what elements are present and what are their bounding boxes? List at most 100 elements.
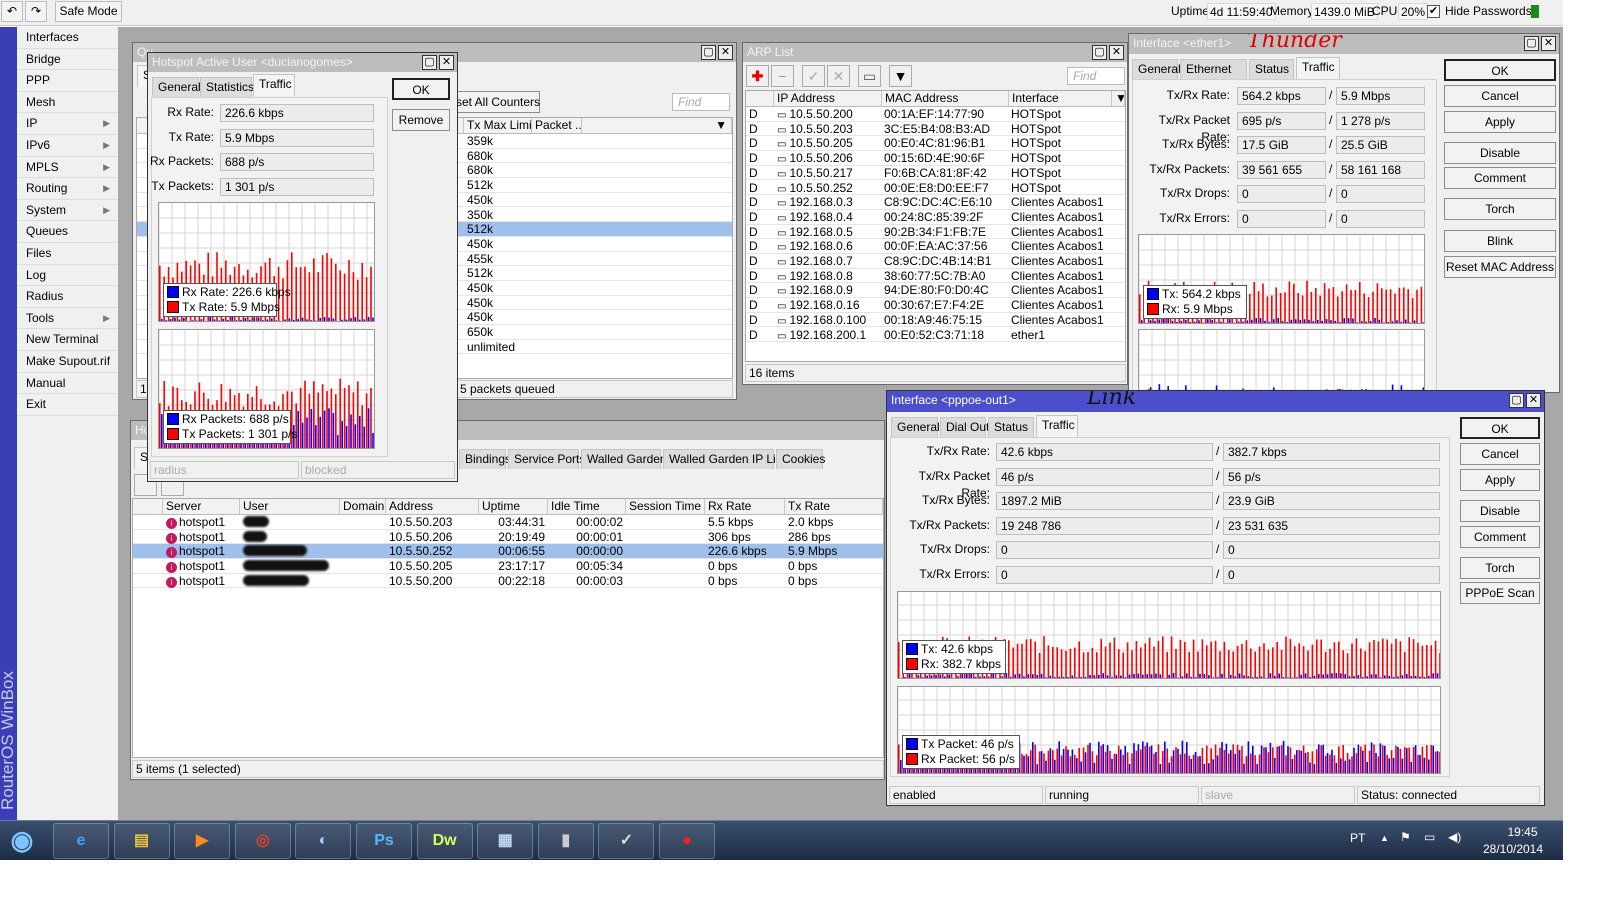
table-row[interactable]: D ▭ 192.168.0.100 00:18:A9:46:75:15 Clientes… bbox=[746, 313, 1125, 328]
table-row[interactable]: i hotspot1 10.5.50.203 03:44:31 00:00:02 5.5 … bbox=[133, 515, 883, 530]
column-header[interactable]: Uptime bbox=[479, 499, 548, 515]
tab-dial-out[interactable]: Dial Out bbox=[940, 417, 989, 437]
column-header[interactable]: Domain bbox=[340, 499, 386, 515]
sidebar-item-routing[interactable]: Routing ▶ bbox=[17, 178, 118, 200]
table-row[interactable]: D ▭ 10.5.50.203 3C:E5:B4:08:B3:AD HOTSpot bbox=[746, 122, 1125, 137]
close-icon[interactable]: ✕ bbox=[1526, 393, 1541, 408]
column-header[interactable]: MAC Address bbox=[882, 91, 1009, 107]
reset-all-counters-button[interactable]: set All Counters bbox=[455, 91, 540, 113]
column-header[interactable]: Interface bbox=[1009, 91, 1112, 107]
button-torch[interactable]: Torch bbox=[1460, 557, 1540, 579]
column-header[interactable]: Address bbox=[386, 499, 479, 515]
volume-icon[interactable]: ◀) bbox=[1448, 830, 1461, 844]
button-reset-mac-address[interactable]: Reset MAC Address bbox=[1444, 256, 1556, 278]
button-ok[interactable]: OK bbox=[1444, 59, 1556, 81]
usb-drive-icon[interactable]: ▮ bbox=[537, 823, 594, 859]
close-icon[interactable]: ✕ bbox=[1109, 45, 1124, 60]
tab-service-ports[interactable]: Service Ports bbox=[508, 449, 585, 469]
dreamweaver-icon[interactable]: Dw bbox=[416, 823, 473, 859]
table-row[interactable]: D ▭ 192.168.0.5 90:2B:34:F1:FB:7E Clientes A… bbox=[746, 225, 1125, 240]
table-row[interactable]: D ▭ 10.5.50.252 00:0E:E8:D0:EE:F7 HOTSpot bbox=[746, 181, 1125, 196]
close-icon[interactable]: ✕ bbox=[439, 55, 454, 70]
tab-status[interactable]: Status bbox=[1249, 59, 1294, 79]
remove-button[interactable]: Remove bbox=[392, 109, 450, 131]
button-ok[interactable]: OK bbox=[1460, 417, 1540, 439]
clock-date[interactable]: 28/10/2014 bbox=[1478, 842, 1548, 856]
column-header[interactable]: User bbox=[240, 499, 340, 515]
calculator-icon[interactable]: ▦ bbox=[477, 823, 534, 859]
sidebar-item-mpls[interactable]: MPLS ▶ bbox=[17, 157, 118, 179]
sidebar-item-ip[interactable]: IP ▶ bbox=[17, 113, 118, 135]
column-header[interactable]: Rx Rate bbox=[705, 499, 785, 515]
table-row[interactable]: D ▭ 10.5.50.200 00:1A:EF:14:77:90 HOTSpot bbox=[746, 107, 1125, 122]
sidebar-item-ppp[interactable]: PPP bbox=[17, 70, 118, 92]
tab-traffic[interactable]: Traffic bbox=[1296, 57, 1340, 79]
ok-button[interactable]: OK bbox=[392, 78, 450, 100]
sidebar-item-mesh[interactable]: Mesh bbox=[17, 92, 118, 114]
maximize-icon[interactable]: ▢ bbox=[422, 55, 437, 70]
hide-passwords-checkbox[interactable]: ✔ bbox=[1427, 5, 1440, 18]
table-row[interactable]: i hotspot1 10.5.50.206 20:19:49 00:00:01 306 … bbox=[133, 530, 883, 545]
tab-general[interactable]: General bbox=[152, 77, 201, 97]
redo-icon[interactable]: ↷ bbox=[25, 1, 47, 22]
tab-walled-garden[interactable]: Walled Garden bbox=[581, 449, 667, 469]
tab-cookies[interactable]: Cookies bbox=[776, 449, 825, 469]
network-icon[interactable]: ▭ bbox=[1424, 830, 1435, 844]
tab-bindings[interactable]: Bindings bbox=[459, 449, 511, 469]
sidebar-item-bridge[interactable]: Bridge bbox=[17, 49, 118, 71]
button-apply[interactable]: Apply bbox=[1444, 111, 1556, 133]
start-orb-icon[interactable]: ◉ bbox=[0, 823, 44, 859]
table-row[interactable]: D ▭ 192.168.0.3 C8:9C:DC:4C:E6:10 Clientes A… bbox=[746, 195, 1125, 210]
comment-icon[interactable]: ▭ bbox=[858, 65, 881, 87]
table-row[interactable]: D ▭ 192.168.0.8 38:60:77:5C:7B:A0 Clientes A… bbox=[746, 269, 1125, 284]
maximize-icon[interactable]: ▢ bbox=[1524, 36, 1539, 51]
tab-status[interactable]: Status bbox=[988, 417, 1034, 437]
maximize-icon[interactable]: ▢ bbox=[1092, 45, 1107, 60]
button-cancel[interactable]: Cancel bbox=[1460, 443, 1540, 465]
sidebar-item-manual[interactable]: Manual bbox=[17, 373, 118, 395]
undo-icon[interactable]: ↶ bbox=[1, 1, 23, 22]
sidebar-item-new-terminal[interactable]: New Terminal bbox=[17, 329, 118, 351]
tab-walled-garden-ip-list[interactable]: Walled Garden IP List bbox=[663, 449, 785, 469]
column-header[interactable]: Packet ... bbox=[532, 118, 582, 134]
button-disable[interactable]: Disable bbox=[1444, 142, 1556, 164]
table-row[interactable]: D ▭ 192.168.200.1 00:E0:52:C3:71:18 ether1 bbox=[746, 328, 1125, 343]
button-comment[interactable]: Comment bbox=[1444, 167, 1556, 189]
table-row[interactable]: D ▭ 10.5.50.217 F0:6B:CA:81:8F:42 HOTSpot bbox=[746, 166, 1125, 181]
sidebar-item-exit[interactable]: Exit bbox=[17, 394, 118, 416]
sidebar-item-make-supout-rif[interactable]: Make Supout.rif bbox=[17, 351, 118, 373]
enable-icon[interactable]: ✓ bbox=[802, 65, 825, 87]
column-header[interactable] bbox=[746, 91, 774, 107]
button-comment[interactable]: Comment bbox=[1460, 526, 1540, 548]
tab-general[interactable]: General bbox=[1132, 59, 1181, 79]
winbox-icon[interactable]: ✓ bbox=[598, 823, 655, 859]
app-icon[interactable]: ◐ bbox=[295, 823, 352, 859]
photoshop-icon[interactable]: Ps bbox=[356, 823, 412, 859]
filter-icon[interactable]: ▼ bbox=[889, 65, 912, 87]
button-torch[interactable]: Torch bbox=[1444, 198, 1556, 220]
column-header[interactable]: IP Address bbox=[774, 91, 882, 107]
column-header[interactable]: Idle Time bbox=[548, 499, 626, 515]
button-blink[interactable]: Blink bbox=[1444, 230, 1556, 252]
tab-traffic[interactable]: Traffic bbox=[253, 74, 295, 96]
add-icon[interactable]: ✚ bbox=[746, 65, 769, 87]
column-header[interactable]: Session Time ... bbox=[626, 499, 705, 515]
maximize-icon[interactable]: ▢ bbox=[701, 45, 716, 60]
button-apply[interactable]: Apply bbox=[1460, 469, 1540, 491]
maximize-icon[interactable]: ▢ bbox=[1509, 393, 1524, 408]
find-input[interactable]: Find bbox=[672, 93, 730, 111]
media-player-icon[interactable]: ▶ bbox=[174, 823, 231, 859]
find-input[interactable]: Find bbox=[1067, 67, 1125, 85]
table-row[interactable]: i hotspot1 10.5.50.200 00:22:18 00:00:03 0 bp… bbox=[133, 574, 883, 589]
close-icon[interactable]: ✕ bbox=[1541, 36, 1556, 51]
tab-statistics[interactable]: Statistics bbox=[200, 77, 254, 97]
sidebar-item-tools[interactable]: Tools ▶ bbox=[17, 308, 118, 330]
column-chooser-icon[interactable]: ▼ bbox=[1112, 91, 1125, 107]
table-row[interactable]: D ▭ 10.5.50.206 00:15:6D:4E:90:6F HOTSpot bbox=[746, 151, 1125, 166]
sidebar-item-log[interactable]: Log bbox=[17, 265, 118, 287]
sidebar-item-radius[interactable]: Radius bbox=[17, 286, 118, 308]
table-row[interactable]: D ▭ 10.5.50.205 00:E0:4C:81:96:B1 HOTSpot bbox=[746, 136, 1125, 152]
column-header[interactable]: Tx Max Limit bbox=[464, 118, 532, 134]
table-row[interactable]: i hotspot1 10.5.50.252 00:06:55 00:00:00 226.… bbox=[133, 544, 883, 560]
action-center-flag-icon[interactable]: ⚑ bbox=[1400, 830, 1411, 844]
